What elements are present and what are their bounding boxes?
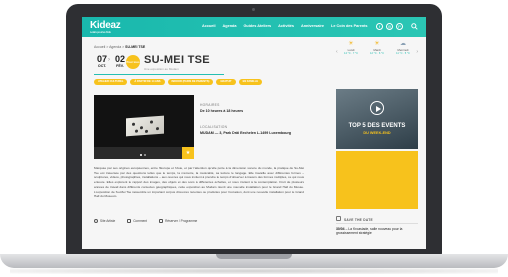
start-month: OCT. <box>97 64 107 68</box>
weather-day: ☁ Mercredi 11 °C · 5 °C <box>394 41 412 63</box>
event-image-carousel[interactable] <box>94 95 194 159</box>
search-icon[interactable] <box>411 23 418 30</box>
std-text: – La Kroasiade, salle nouveau pour la gr… <box>336 227 403 236</box>
calendar-icon <box>336 216 341 221</box>
nav-item-parents[interactable]: Le Coin des Parents <box>331 24 368 28</box>
audience-badge: Pour tous <box>126 55 140 69</box>
save-the-date-heading: SAVE THE DATE <box>344 218 373 222</box>
sun-icon: ☀ <box>374 41 380 47</box>
nav-item-anniversaire[interactable]: Anniversaire <box>301 24 324 28</box>
ticket-icon <box>159 219 164 223</box>
comment-label: Comment <box>133 219 148 223</box>
promo-subtitle: DU WEEK-END <box>363 131 391 135</box>
nav-item-accueil[interactable]: Accueil <box>202 24 216 28</box>
weather-day: ☀ Lundi 14 °C · 7 °C <box>342 41 360 63</box>
breadcrumb-home[interactable]: Accueil <box>94 45 105 49</box>
instagram-icon[interactable]: ◎ <box>386 23 393 30</box>
breadcrumb-current: SU-MEI TSE <box>125 45 146 49</box>
laptop-screen: Kideaz Loisirs pour les Kids Accueil Age… <box>82 17 426 249</box>
laptop-notch <box>216 254 292 259</box>
event-actions: Site Artiste Comment Réserver / Programm… <box>94 219 197 223</box>
sun-cloud-icon: ☀ <box>348 41 354 47</box>
ad-banner[interactable] <box>336 151 418 209</box>
hours-label: HORAIRES <box>200 103 220 107</box>
booking-label: Réserver / Programme <box>165 219 198 223</box>
breadcrumb: Accueil > Agenda > SU-MEI TSE <box>94 45 146 49</box>
date-arrow-icon: › <box>108 57 110 63</box>
nav-item-guides[interactable]: Guides Ateliers <box>243 24 271 28</box>
hours-value: De 10 heures à 18 heures <box>200 109 244 113</box>
page-title: SU-MEI TSE <box>144 54 210 66</box>
booking-link[interactable]: Réserver / Programme <box>159 219 197 223</box>
tag-item[interactable]: INDOOR (PARIS DE PARENTS) <box>167 79 214 85</box>
weather-temp: 12 °C · 6 °C <box>370 52 384 55</box>
star-icon[interactable]: ★ <box>182 147 194 159</box>
nav-item-activites[interactable]: Activités <box>278 24 294 28</box>
tag-item[interactable]: EN FAMILLE <box>238 79 263 85</box>
weather-temp: 14 °C · 7 °C <box>344 52 358 55</box>
std-date: 30/04 <box>336 227 345 231</box>
site-header: Kideaz Loisirs pour les Kids Accueil Age… <box>82 17 426 37</box>
event-subtitle: Une exposition au Mudam <box>144 67 179 71</box>
title-underline <box>94 74 224 75</box>
laptop-shadow <box>10 268 498 274</box>
chevron-left-icon[interactable]: ‹ <box>336 49 338 55</box>
tag-item[interactable]: ATELIER CULTUREL <box>94 79 128 85</box>
rain-icon: ☁ <box>400 41 406 47</box>
weather-widget: ‹ ☀ Lundi 14 °C · 7 °C ☀ Mardi 12 °C · 6… <box>336 41 418 63</box>
divider <box>336 223 418 224</box>
comment-link[interactable]: Comment <box>127 219 147 223</box>
play-icon[interactable] <box>370 101 384 115</box>
tag-item[interactable]: À PARTIR DE 14 ANS <box>130 79 165 85</box>
main-nav: Accueil Agenda Guides Ateliers Activités… <box>202 24 368 28</box>
location-label: LOCALISATION <box>200 125 228 129</box>
comment-icon <box>127 219 132 223</box>
nav-item-agenda[interactable]: Agenda <box>223 24 237 28</box>
artist-site-label: Site Artiste <box>100 219 116 223</box>
pinterest-icon[interactable]: P <box>396 23 403 30</box>
promo-title: TOP 5 DES EVENTS <box>348 123 406 129</box>
carousel-dots[interactable] <box>140 154 146 156</box>
tag-item[interactable]: GRATUIT <box>216 79 236 85</box>
globe-icon <box>94 219 98 223</box>
artwork-lightbox <box>126 115 164 137</box>
camera-dot <box>252 8 255 11</box>
weather-temp: 11 °C · 5 °C <box>396 52 410 55</box>
facebook-icon[interactable]: f <box>376 23 383 30</box>
top-events-promo[interactable]: TOP 5 DES EVENTS DU WEEK-END <box>336 89 418 149</box>
save-the-date-item[interactable]: 30/04 – La Kroasiade, salle nouveau pour… <box>336 227 418 236</box>
weather-day: ☀ Mardi 12 °C · 6 °C <box>368 41 386 63</box>
location-value[interactable]: MUDAM — 3, Park Dräi Eechelen L-1499 Lux… <box>200 131 291 135</box>
chevron-right-icon[interactable]: › <box>416 49 418 55</box>
site-logo[interactable]: Kideaz Loisirs pour les Kids <box>90 20 121 34</box>
stage: Kideaz Loisirs pour les Kids Accueil Age… <box>0 0 508 277</box>
event-description: Marquée par ses origines européennes, en… <box>94 166 304 199</box>
breadcrumb-agenda[interactable]: Agenda <box>109 45 121 49</box>
event-tags: ATELIER CULTUREL À PARTIR DE 14 ANS INDO… <box>94 79 263 85</box>
artist-site-link[interactable]: Site Artiste <box>94 219 115 223</box>
gallery-floor <box>94 147 194 159</box>
